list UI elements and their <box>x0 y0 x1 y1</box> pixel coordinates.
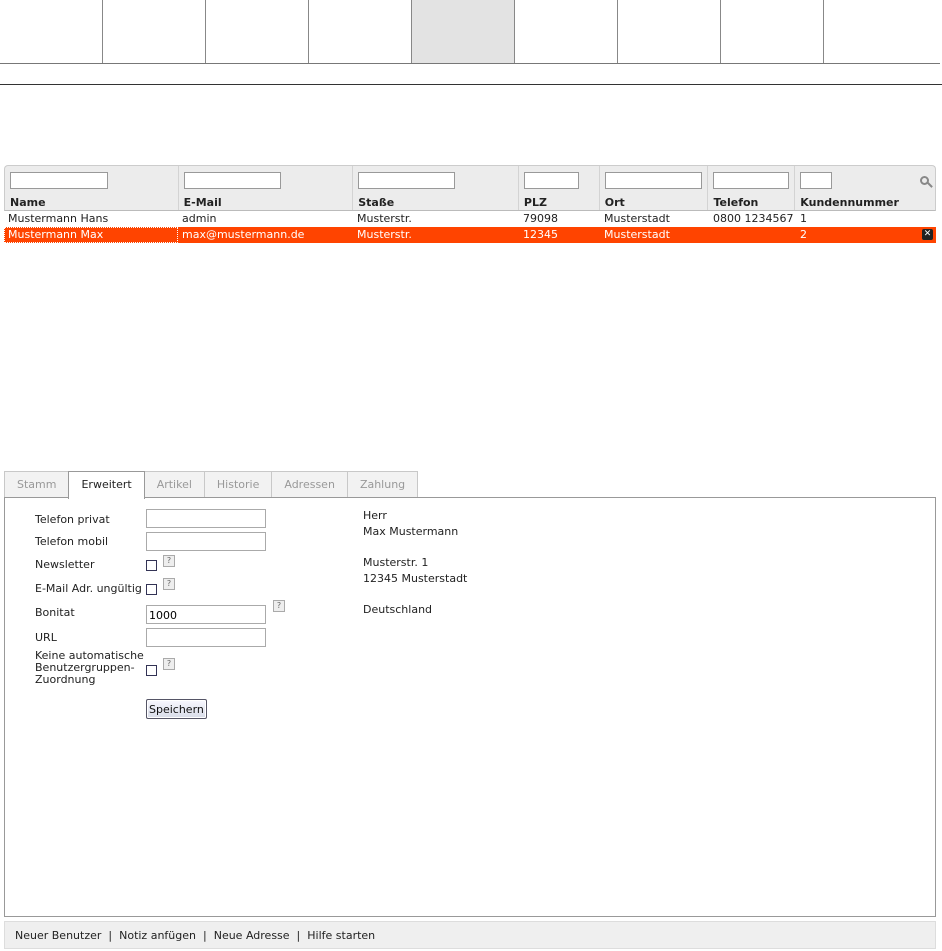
nav-item-3[interactable] <box>206 0 309 63</box>
table-cell-kundennummer: 1 <box>800 212 807 225</box>
table-cell-kundennummer: 2 <box>800 228 807 241</box>
nav-item-7[interactable] <box>618 0 721 63</box>
column-header[interactable]: E-Mail <box>179 166 354 210</box>
footer-actions: Neuer Benutzer | Notiz anfügen | Neue Adress… <box>4 921 936 949</box>
keine-zuordnung-label: Keine automatische Benutzergruppen- Zuor… <box>35 650 144 686</box>
help-icon[interactable]: ? <box>163 658 175 670</box>
table-cell-telefon: 0800 1234567 <box>713 212 794 225</box>
column-header[interactable]: Kundennummer <box>795 166 935 210</box>
footer-link[interactable]: Neuer Benutzer <box>15 929 101 942</box>
top-navigation <box>0 0 940 64</box>
column-header[interactable]: Ort <box>600 166 709 210</box>
table-cell-telefon <box>709 227 796 243</box>
table-cell-name: Mustermann Max <box>4 227 178 243</box>
table-cell-street: Musterstr. <box>357 212 412 225</box>
nav-item-9[interactable] <box>824 0 940 63</box>
help-icon[interactable]: ? <box>273 600 285 612</box>
column-header-label: Staße <box>358 196 395 209</box>
search-icon[interactable] <box>920 176 929 185</box>
nav-item-4[interactable] <box>309 0 412 63</box>
grid-body: Mustermann Hans admin Musterstr. 79098 Muste… <box>4 211 936 243</box>
column-filter-input[interactable] <box>10 172 108 189</box>
column-header[interactable]: Telefon <box>708 166 796 210</box>
tab-adressen[interactable]: Adressen <box>271 471 348 497</box>
bonitat-input[interactable] <box>146 605 266 624</box>
divider <box>0 84 942 85</box>
footer-separator: | <box>203 929 207 942</box>
email-invalid-checkbox[interactable] <box>146 584 157 595</box>
address-salutation: Herr <box>363 509 387 522</box>
keine-zuordnung-line-3: Zuordnung <box>35 673 96 686</box>
column-header-label: Telefon <box>713 196 759 209</box>
column-header[interactable]: PLZ <box>519 166 600 210</box>
column-filter-input[interactable] <box>358 172 456 189</box>
table-cell-email: max@mustermann.de <box>182 228 305 241</box>
table-cell-ort: Musterstadt <box>604 228 670 241</box>
table-cell-email: admin <box>182 212 217 225</box>
footer-link[interactable]: Hilfe starten <box>307 929 375 942</box>
address-street: Musterstr. 1 <box>363 556 429 569</box>
grid-header: Name E-Mail Staße PLZ Ort Telefon Kundennummer <box>4 165 936 211</box>
email-invalid-label: E-Mail Adr. ungültig <box>35 582 142 595</box>
customer-grid: Name E-Mail Staße PLZ Ort Telefon Kundennummer… <box>4 165 936 243</box>
column-header-label: Kundennummer <box>800 196 899 209</box>
table-cell-street: Musterstr. <box>357 228 412 241</box>
telefon-privat-label: Telefon privat <box>35 513 110 526</box>
column-filter-input[interactable] <box>523 172 579 189</box>
telefon-mobil-input[interactable] <box>146 532 266 551</box>
url-input[interactable] <box>146 628 266 647</box>
footer-separator: | <box>108 929 113 942</box>
tab-erweitert[interactable]: Erweitert <box>68 471 145 499</box>
column-header[interactable]: Staße <box>353 166 519 210</box>
table-cell-ort: Musterstadt <box>604 212 670 225</box>
newsletter-checkbox[interactable] <box>146 560 157 571</box>
tab-bar: Stamm Erweitert Artikel Historie Adressen Zah… <box>4 471 419 499</box>
telefon-privat-input[interactable] <box>146 509 266 528</box>
table-row[interactable]: Mustermann Max max@mustermann.de Musterstr… <box>4 227 936 243</box>
column-header[interactable]: Name <box>5 166 179 210</box>
table-cell-plz: 12345 <box>523 228 558 241</box>
footer-link[interactable]: Neue Adresse <box>214 929 290 942</box>
save-button[interactable]: Speichern <box>146 699 207 719</box>
footer-link[interactable]: Notiz anfügen <box>119 929 196 942</box>
help-icon[interactable]: ? <box>163 578 175 590</box>
keine-zuordnung-checkbox[interactable] <box>146 665 157 676</box>
nav-item-8[interactable] <box>721 0 824 63</box>
help-icon[interactable]: ? <box>163 555 175 567</box>
nav-item-2[interactable] <box>103 0 206 63</box>
column-header-label: PLZ <box>523 196 547 209</box>
address-city: 12345 Musterstadt <box>363 572 468 585</box>
table-cell-name: Mustermann Hans <box>8 212 109 225</box>
bonitat-label: Bonitat <box>35 606 75 619</box>
tab-panel-erweitert: Telefon privat Telefon mobil Newsletter … <box>4 497 936 917</box>
column-filter-input[interactable] <box>800 172 833 189</box>
column-filter-input[interactable] <box>183 172 281 189</box>
telefon-mobil-label: Telefon mobil <box>35 535 109 548</box>
tab-zahlung[interactable]: Zahlung <box>346 471 419 497</box>
column-filter-input[interactable] <box>713 172 790 189</box>
address-name: Max Mustermann <box>363 525 459 538</box>
footer-separator: | <box>296 929 301 942</box>
delete-icon[interactable]: ✕ <box>922 229 933 240</box>
column-filter-input[interactable] <box>604 172 702 189</box>
column-header-label: Name <box>10 196 46 209</box>
newsletter-label: Newsletter <box>35 558 95 571</box>
url-label: URL <box>35 631 57 644</box>
tab-historie[interactable]: Historie <box>203 471 273 497</box>
column-header-label: E-Mail <box>183 196 222 209</box>
address-block: Herr Max Mustermann Musterstr. 1 12345 M… <box>363 508 467 618</box>
table-cell-plz: 79098 <box>523 212 558 225</box>
address-country: Deutschland <box>363 603 433 616</box>
nav-item-5-active[interactable] <box>412 0 515 63</box>
nav-item-6[interactable] <box>515 0 618 63</box>
tab-stamm[interactable]: Stamm <box>4 471 70 497</box>
table-row[interactable]: Mustermann Hans admin Musterstr. 79098 Muste… <box>4 211 936 227</box>
nav-item-1[interactable] <box>0 0 103 63</box>
column-header-label: Ort <box>604 196 625 209</box>
tab-artikel[interactable]: Artikel <box>143 471 205 497</box>
